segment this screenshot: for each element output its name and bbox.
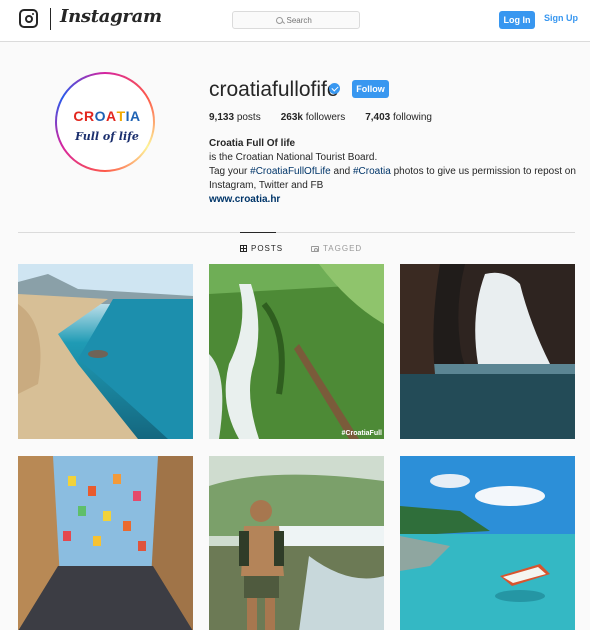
post-thumbnail[interactable] [18,264,193,439]
boat-lagoon-image [400,456,575,630]
bio-line-2: Tag your #CroatiaFullOfLife and #Croatia… [209,166,576,177]
top-nav: Instagram Log In Sign Up [0,0,590,42]
umbrella-street-image [18,456,193,630]
post-thumbnail[interactable]: #CroatiaFull [209,264,384,439]
website-link[interactable]: www.croatia.hr [209,194,280,205]
profile-username: croatiafullofife [209,78,339,101]
bio-line-1: is the Croatian National Tourist Board. [209,152,378,163]
logo-tagline: Full of life [75,130,139,143]
hashtag-link[interactable]: #CroatiaFullOfLife [250,166,331,177]
search-icon [275,16,283,24]
posts-stat: 9,133 posts [209,112,261,123]
signup-link[interactable]: Sign Up [544,13,578,23]
instagram-wordmark[interactable]: Instagram [60,6,162,27]
croatia-logo: CROATIA Full of life [61,78,149,166]
login-button[interactable]: Log In [499,11,535,29]
grid-icon [240,245,247,252]
tagged-icon [311,245,319,252]
photo-watermark: #CroatiaFull [341,430,382,437]
instagram-glyph-icon[interactable] [19,9,38,28]
tab-tagged[interactable]: TAGGED [311,244,362,253]
nav-divider [50,8,51,30]
followers-stat[interactable]: 263k followers [281,112,346,123]
waterfall-image [209,264,384,439]
profile-avatar-ring: CROATIA Full of life [55,72,155,172]
search-box[interactable] [232,11,360,29]
search-input[interactable] [286,15,317,25]
verified-badge-icon [329,83,340,94]
profile-stats: 9,133 posts 263k followers 7,403 followi… [209,112,452,123]
tab-posts[interactable]: POSTS [240,244,283,253]
tabs-divider [18,232,575,233]
hashtag-link[interactable]: #Croatia [353,166,391,177]
post-thumbnail[interactable] [18,456,193,630]
sea-cave-image [400,264,575,439]
man-at-waterfall-image [209,456,384,630]
profile-avatar: CROATIA Full of life [57,74,153,170]
bio-name: Croatia Full Of life [209,138,296,149]
bio-line-3: Instagram, Twitter and FB [209,180,324,191]
post-thumbnail[interactable] [400,264,575,439]
post-thumbnail[interactable] [400,456,575,630]
beach-coast-image [18,264,193,439]
active-tab-indicator [240,232,276,233]
following-stat[interactable]: 7,403 following [365,112,432,123]
follow-button[interactable]: Follow [352,80,389,98]
post-thumbnail[interactable] [209,456,384,630]
